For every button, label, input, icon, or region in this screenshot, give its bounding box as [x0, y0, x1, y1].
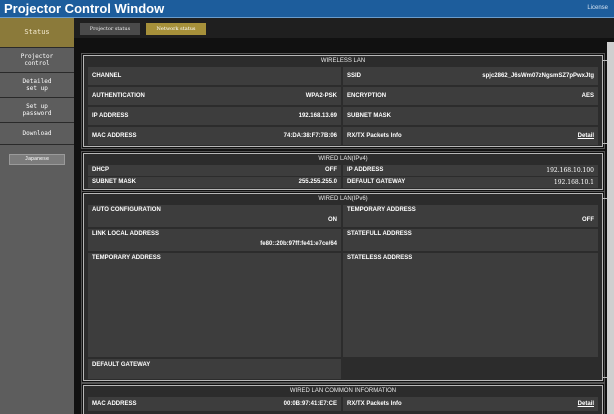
sidebar-item-status[interactable]: Status	[0, 18, 74, 47]
link-local-value: fe80::20b:97ff:fe41:e7ce/64	[260, 241, 337, 247]
temp-address-right-label: TEMPORARY ADDRESS	[347, 207, 416, 213]
temp-address-left-cell: TEMPORARY ADDRESS	[88, 253, 341, 357]
window-title: Projector Control Window	[4, 1, 165, 16]
auto-config-value: ON	[328, 217, 337, 223]
tab-bar: Projector status Network status	[74, 18, 614, 38]
stateful-address-label: STATEFULL ADDRESS	[347, 231, 412, 237]
wireless-rxtx-row: RX/TX Packets Info Detail	[343, 127, 598, 145]
stateless-address-cell: STATELESS ADDRESS	[343, 253, 598, 357]
main-content: WIRELESS LAN CHANNEL SSID spjc2862_J6sWm…	[74, 38, 614, 414]
sidebar-item-projector-control[interactable]: Projector control	[0, 48, 74, 72]
wireless-lan-grid: CHANNEL SSID spjc2862_J6sWm07zNgsmSZ7pPw…	[88, 67, 598, 145]
wired-ipv4-panel: WIRED LAN(IPv4) DHCP OFF IP ADDRESS 192.…	[81, 151, 605, 192]
wired-common-panel: WIRED LAN COMMON INFORMATION MAC ADDRESS…	[81, 383, 605, 414]
ipv4-ip-label: IP ADDRESS	[347, 167, 384, 173]
ipv4-subnet-row: SUBNET MASK 255.255.255.0	[88, 177, 341, 188]
encryption-value: AES	[581, 93, 594, 99]
stateless-address-label: STATELESS ADDRESS	[347, 255, 413, 261]
temp-address-right-cell: TEMPORARY ADDRESS OFF	[343, 205, 598, 227]
ssid-label: SSID	[347, 73, 362, 79]
ipv4-ip-row: IP ADDRESS 192.168.10.100	[343, 165, 598, 176]
ipv4-ip-value: 192.168.10.100	[546, 167, 594, 174]
wireless-lan-panel: WIRELESS LAN CHANNEL SSID spjc2862_J6sWm…	[81, 53, 605, 149]
ipv4-gateway-value: 192.168.10.1	[553, 179, 594, 186]
common-mac-value: 00:0B:97:41:E7:CE	[283, 401, 337, 407]
default-gateway-cell: DEFAULT GATEWAY	[88, 359, 341, 379]
auto-config-cell: AUTO CONFIGURATION ON	[88, 205, 341, 227]
sidebar-item-detailed-setup[interactable]: Detailed set up	[0, 73, 74, 97]
ipv4-subnet-value: 255.255.255.0	[298, 179, 337, 185]
dhcp-value: OFF	[325, 167, 337, 173]
authentication-value: WPA2-PSK	[305, 93, 337, 99]
common-rxtx-label: RX/TX Packets Info	[347, 401, 402, 407]
ipv4-gateway-label: DEFAULT GATEWAY	[347, 179, 406, 185]
common-rxtx-row: RX/TX Packets Info Detail	[343, 397, 598, 411]
license-link[interactable]: License	[587, 0, 608, 17]
default-gateway-label: DEFAULT GATEWAY	[92, 362, 151, 368]
temp-address-left-label: TEMPORARY ADDRESS	[92, 255, 161, 261]
wired-ipv4-grid: DHCP OFF IP ADDRESS 192.168.10.100 SUBNE…	[88, 165, 598, 188]
wired-common-grid: MAC ADDRESS 00:0B:97:41:E7:CE RX/TX Pack…	[88, 397, 598, 411]
ipv4-subnet-label: SUBNET MASK	[92, 179, 137, 185]
wired-common-title: WIRED LAN COMMON INFORMATION	[84, 386, 602, 396]
wireless-ip-row: IP ADDRESS 192.168.13.69	[88, 107, 341, 125]
ip-address-value: 192.168.13.69	[298, 113, 337, 119]
ssid-value: spjc2862_J6sWm07zNgsmSZ7pPwxJtg	[482, 73, 594, 79]
common-mac-row: MAC ADDRESS 00:0B:97:41:E7:CE	[88, 397, 341, 411]
common-detail-link[interactable]: Detail	[578, 397, 594, 411]
dhcp-row: DHCP OFF	[88, 165, 341, 176]
mac-address-label: MAC ADDRESS	[92, 133, 137, 139]
ipv4-gateway-row: DEFAULT GATEWAY 192.168.10.1	[343, 177, 598, 188]
sidebar-item-setup-password[interactable]: Set up password	[0, 98, 74, 122]
stateful-address-cell: STATEFULL ADDRESS	[343, 229, 598, 251]
dhcp-label: DHCP	[92, 167, 110, 173]
link-local-label: LINK LOCAL ADDRESS	[92, 231, 160, 237]
detail-link[interactable]: Detail	[578, 127, 594, 145]
auto-config-label: AUTO CONFIGURATION	[92, 207, 161, 213]
wired-ipv6-panel: WIRED LAN(IPv6) AUTO CONFIGURATION ON TE…	[81, 191, 605, 383]
sidebar-item-download[interactable]: Download	[0, 123, 74, 144]
temp-address-right-value: OFF	[582, 217, 594, 223]
language-button[interactable]: Japanese	[9, 154, 65, 165]
rxtx-packets-label: RX/TX Packets Info	[347, 133, 402, 139]
tab-projector-status[interactable]: Projector status	[80, 23, 140, 35]
title-bar: Projector Control Window License	[0, 0, 614, 18]
wireless-channel-row: CHANNEL	[88, 67, 341, 85]
wireless-mac-row: MAC ADDRESS 74:DA:38:F7:7B:06	[88, 127, 341, 145]
encryption-label: ENCRYPTION	[347, 93, 387, 99]
tab-network-status[interactable]: Network status	[146, 23, 206, 35]
sidebar-divider	[0, 144, 74, 145]
sidebar: Status Projector control Detailed set up…	[0, 18, 74, 414]
ip-address-label: IP ADDRESS	[92, 113, 129, 119]
link-local-cell: LINK LOCAL ADDRESS fe80::20b:97ff:fe41:e…	[88, 229, 341, 251]
wired-ipv6-grid: AUTO CONFIGURATION ON TEMPORARY ADDRESS …	[88, 205, 598, 379]
authentication-label: AUTHENTICATION	[92, 93, 145, 99]
wireless-encryption-row: ENCRYPTION AES	[343, 87, 598, 105]
mac-address-value: 74:DA:38:F7:7B:06	[283, 133, 337, 139]
wireless-subnet-row: SUBNET MASK	[343, 107, 598, 125]
wireless-auth-row: AUTHENTICATION WPA2-PSK	[88, 87, 341, 105]
wireless-lan-title: WIRELESS LAN	[84, 56, 602, 66]
wired-ipv6-title: WIRED LAN(IPv6)	[84, 194, 602, 204]
wired-ipv4-title: WIRED LAN(IPv4)	[84, 154, 602, 164]
common-mac-label: MAC ADDRESS	[92, 401, 137, 407]
wireless-ssid-row: SSID spjc2862_J6sWm07zNgsmSZ7pPwxJtg	[343, 67, 598, 85]
vertical-scrollbar[interactable]	[607, 42, 614, 414]
subnet-mask-label: SUBNET MASK	[347, 113, 392, 119]
channel-label: CHANNEL	[92, 73, 122, 79]
